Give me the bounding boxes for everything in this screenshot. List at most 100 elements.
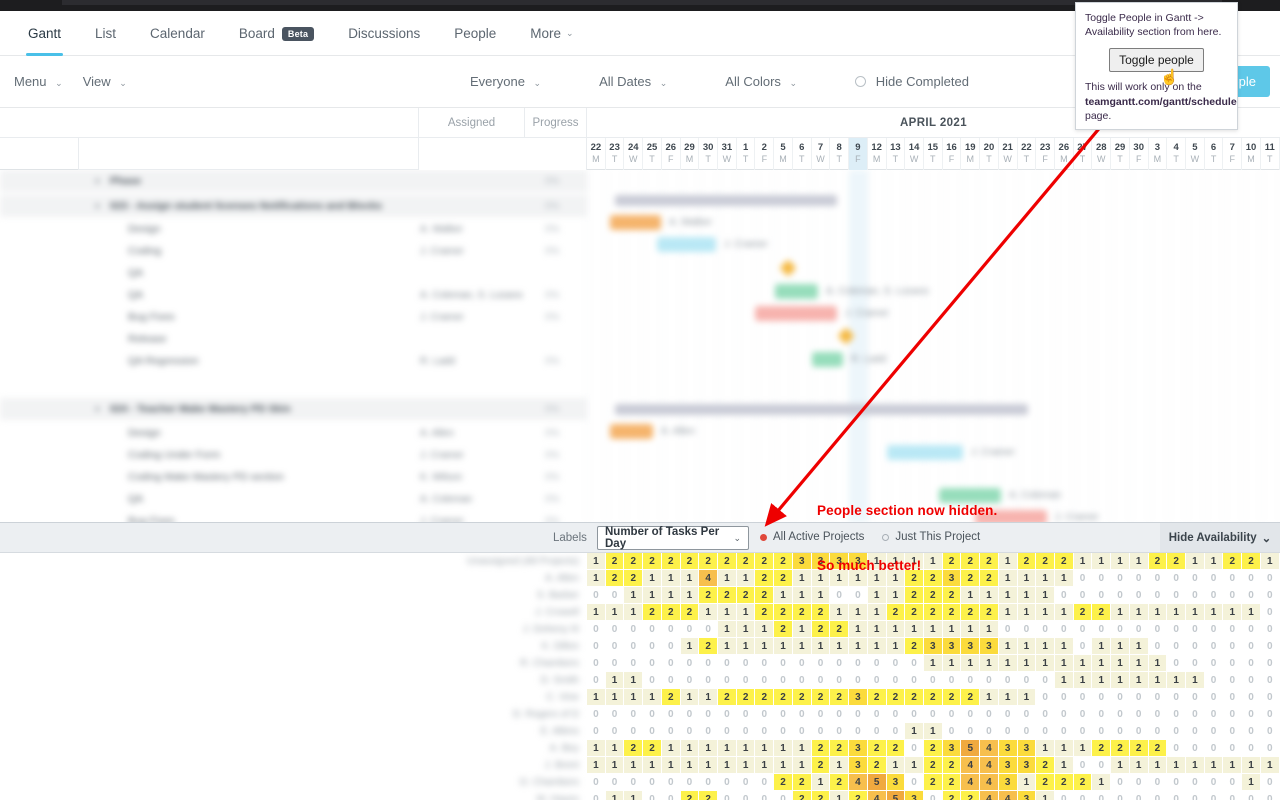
availability-cell[interactable]: 0 — [1148, 706, 1168, 723]
availability-cell[interactable]: 2 — [1036, 757, 1055, 774]
nav-tab-people[interactable]: People — [438, 11, 512, 56]
availability-cell[interactable]: 1 — [1017, 604, 1037, 621]
availability-cell[interactable]: 0 — [830, 655, 850, 672]
all-dates-filter[interactable]: All Dates ⌄ — [599, 74, 667, 89]
availability-cell[interactable]: 0 — [1167, 638, 1186, 655]
availability-cell[interactable]: 0 — [1111, 791, 1130, 800]
availability-cell[interactable]: 0 — [1073, 723, 1093, 740]
availability-cell[interactable]: 1 — [792, 757, 812, 774]
gantt-task-bar[interactable] — [610, 424, 653, 439]
nav-tab-calendar[interactable]: Calendar — [134, 11, 221, 56]
availability-cell[interactable]: 0 — [1036, 689, 1055, 706]
availability-cell[interactable]: 0 — [605, 723, 625, 740]
availability-cell[interactable]: 0 — [774, 791, 793, 800]
availability-cell[interactable]: 0 — [1260, 570, 1280, 587]
availability-cell[interactable]: 0 — [1223, 706, 1243, 723]
availability-cell[interactable]: 0 — [1129, 706, 1149, 723]
availability-cell[interactable]: 0 — [830, 706, 850, 723]
availability-cell[interactable]: 0 — [624, 655, 644, 672]
availability-cell[interactable]: 1 — [736, 604, 756, 621]
availability-cell[interactable]: 0 — [587, 723, 606, 740]
availability-cell[interactable]: 3 — [942, 740, 962, 757]
availability-cell[interactable]: 2 — [1223, 553, 1243, 570]
availability-cell[interactable]: 1 — [680, 689, 700, 706]
task-row[interactable]: Bug Fixes J. Cramer 0% — [0, 306, 587, 328]
availability-cell[interactable]: 0 — [1092, 621, 1112, 638]
availability-cell[interactable]: 1 — [774, 757, 793, 774]
availability-cell[interactable]: 0 — [680, 672, 700, 689]
availability-cell[interactable]: 0 — [1129, 791, 1149, 800]
availability-cell[interactable]: 1 — [1186, 604, 1205, 621]
availability-cell[interactable]: 0 — [1167, 621, 1186, 638]
availability-cell[interactable]: 0 — [1204, 791, 1224, 800]
availability-cell[interactable]: 0 — [680, 723, 700, 740]
availability-cell[interactable]: 2 — [661, 689, 681, 706]
availability-cell[interactable]: 2 — [811, 740, 831, 757]
availability-cell[interactable]: 0 — [961, 706, 981, 723]
availability-cell[interactable]: 2 — [1092, 604, 1112, 621]
availability-cell[interactable]: 1 — [1073, 672, 1093, 689]
availability-cell[interactable]: 0 — [680, 655, 700, 672]
availability-cell[interactable]: 0 — [980, 672, 999, 689]
availability-cell[interactable]: 0 — [905, 706, 924, 723]
availability-cell[interactable]: 0 — [1242, 706, 1261, 723]
availability-cell[interactable]: 3 — [905, 791, 924, 800]
availability-cell[interactable]: 0 — [1260, 655, 1280, 672]
availability-cell[interactable]: 1 — [605, 791, 625, 800]
chevron-right-icon[interactable] — [96, 406, 100, 412]
availability-cell[interactable]: 0 — [1186, 723, 1205, 740]
availability-cell[interactable]: 0 — [1223, 638, 1243, 655]
availability-cell[interactable]: 1 — [661, 587, 681, 604]
availability-cell[interactable]: 1 — [1260, 757, 1280, 774]
availability-cell[interactable]: 0 — [1129, 570, 1149, 587]
availability-cell[interactable]: 1 — [718, 740, 737, 757]
availability-cell[interactable]: 1 — [774, 638, 793, 655]
availability-cell[interactable]: 4 — [961, 757, 981, 774]
task-row[interactable]: Bug Fixes J. Cramer 0% — [0, 510, 587, 522]
availability-cell[interactable]: 1 — [1054, 757, 1074, 774]
availability-cell[interactable]: 1 — [830, 757, 850, 774]
availability-cell[interactable]: 1 — [792, 621, 812, 638]
availability-cell[interactable]: 4 — [998, 791, 1018, 800]
hide-availability-button[interactable]: Hide Availability ⌄ — [1160, 523, 1280, 552]
availability-cell[interactable]: 1 — [718, 570, 737, 587]
gantt-task-bar[interactable] — [610, 215, 661, 230]
availability-cell[interactable]: 0 — [1167, 570, 1186, 587]
availability-cell[interactable]: 1 — [1129, 672, 1149, 689]
availability-cell[interactable]: 1 — [923, 655, 943, 672]
availability-cell[interactable]: 0 — [1204, 706, 1224, 723]
availability-cell[interactable]: 1 — [1073, 655, 1093, 672]
availability-cell[interactable]: 0 — [1260, 672, 1280, 689]
availability-cell[interactable]: 0 — [1036, 723, 1055, 740]
gantt-task-bar[interactable] — [657, 237, 716, 252]
availability-cell[interactable]: 2 — [755, 587, 775, 604]
availability-cell[interactable]: 0 — [718, 706, 737, 723]
availability-cell[interactable]: 2 — [961, 791, 981, 800]
availability-cell[interactable]: 0 — [830, 723, 850, 740]
availability-cell[interactable]: 0 — [736, 774, 756, 791]
availability-cell[interactable]: 3 — [849, 757, 868, 774]
availability-cell[interactable]: 2 — [867, 689, 887, 706]
availability-cell[interactable]: 1 — [680, 587, 700, 604]
availability-cell[interactable]: 2 — [1129, 740, 1149, 757]
availability-cell[interactable]: 2 — [942, 791, 962, 800]
availability-cell[interactable]: 0 — [643, 672, 662, 689]
availability-cell[interactable]: 0 — [1036, 621, 1055, 638]
availability-cell[interactable]: 1 — [1017, 638, 1037, 655]
availability-cell[interactable]: 0 — [1092, 757, 1112, 774]
availability-cell[interactable]: 0 — [923, 791, 943, 800]
availability-cell[interactable]: 0 — [699, 723, 719, 740]
availability-cell[interactable]: 1 — [624, 604, 644, 621]
availability-cell[interactable]: 0 — [1242, 655, 1261, 672]
availability-cell[interactable]: 2 — [905, 689, 924, 706]
availability-cell[interactable]: 0 — [792, 672, 812, 689]
availability-cell[interactable]: 2 — [699, 553, 719, 570]
gantt-task-bar[interactable] — [812, 352, 843, 367]
availability-cell[interactable]: 0 — [867, 723, 887, 740]
availability-cell[interactable]: 0 — [661, 774, 681, 791]
availability-cell[interactable]: 0 — [1148, 689, 1168, 706]
availability-cell[interactable]: 1 — [1111, 638, 1130, 655]
availability-cell[interactable]: 1 — [942, 655, 962, 672]
gantt-task-bar[interactable] — [775, 284, 818, 299]
availability-cell[interactable]: 0 — [1017, 672, 1037, 689]
